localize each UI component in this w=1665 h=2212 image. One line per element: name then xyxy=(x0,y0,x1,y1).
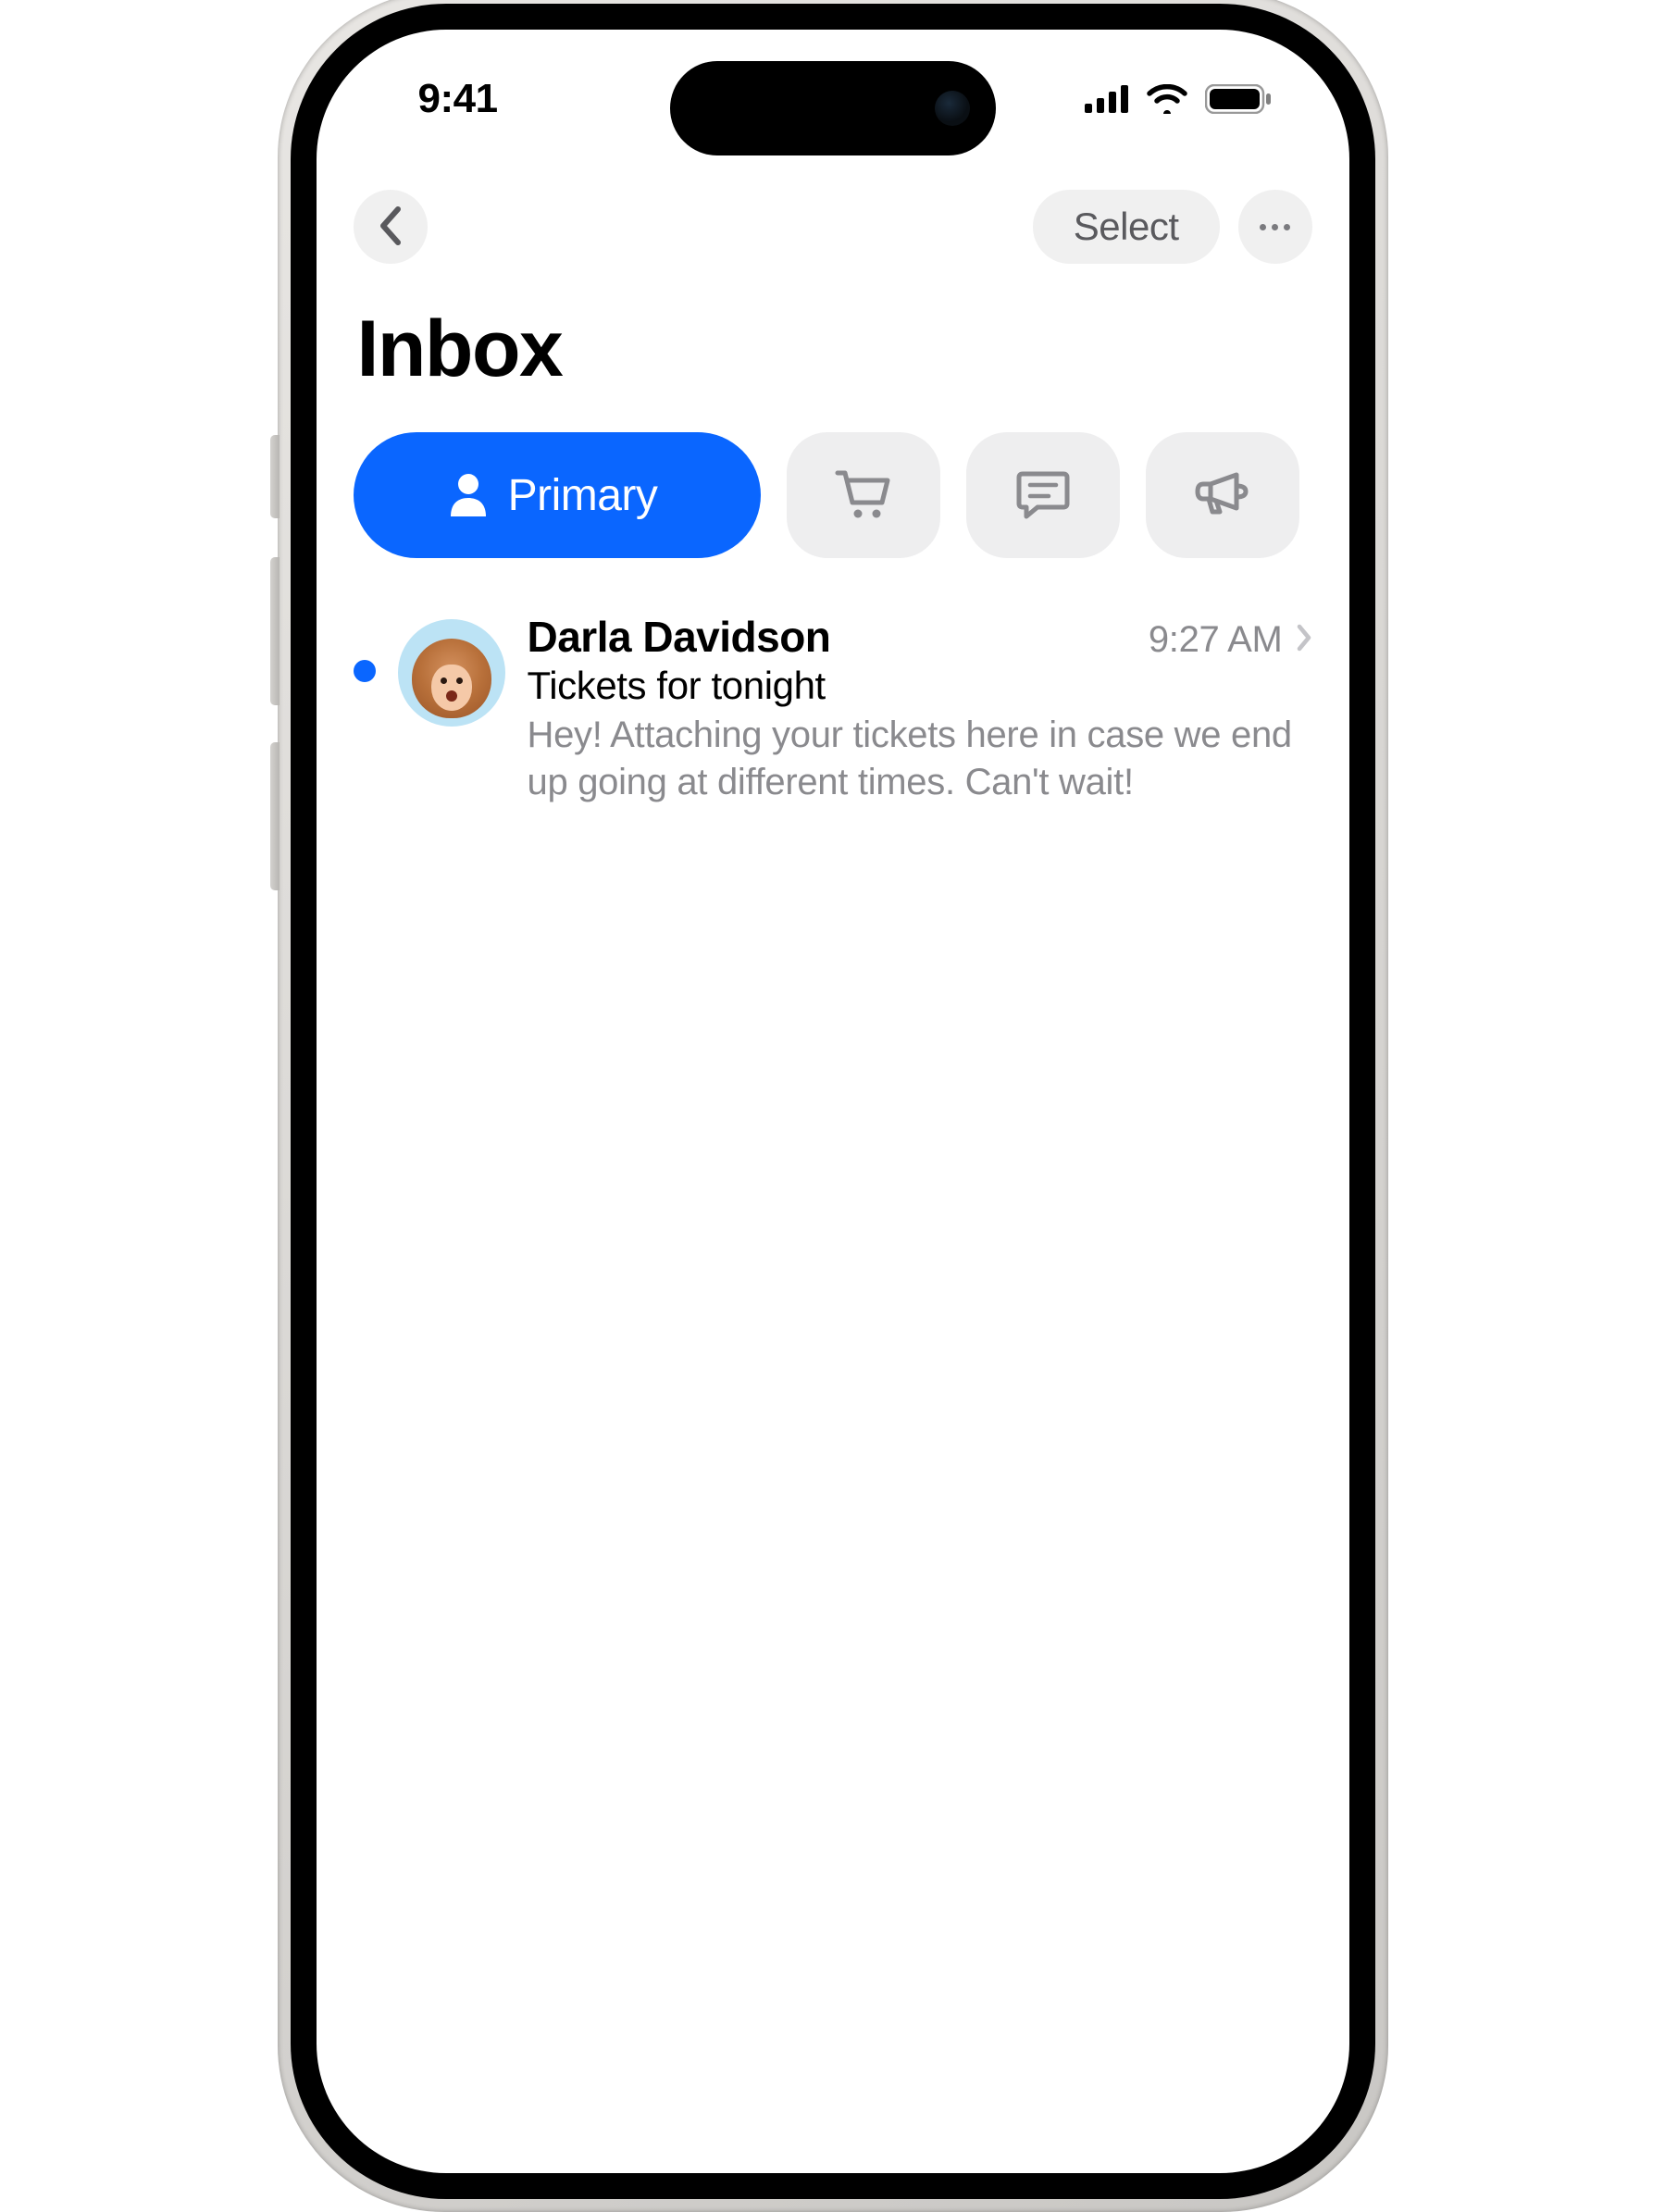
back-button[interactable] xyxy=(354,190,428,264)
category-tabs: Primary xyxy=(354,432,1312,558)
dynamic-island xyxy=(670,61,996,155)
email-preview: Hey! Attaching your tickets here in case… xyxy=(528,712,1312,806)
nav-bar-right: Select xyxy=(1033,190,1312,264)
phone-volume-up-button xyxy=(270,557,280,705)
avatar xyxy=(398,619,505,727)
wifi-icon xyxy=(1146,84,1188,114)
email-subject: Tickets for tonight xyxy=(528,664,1312,708)
page-title: Inbox xyxy=(357,304,1312,395)
unread-indicator xyxy=(354,660,376,682)
email-item[interactable]: Darla Davidson 9:27 AM xyxy=(354,604,1312,814)
tab-primary-label: Primary xyxy=(508,470,658,521)
email-meta: 9:27 AM xyxy=(1149,619,1312,661)
email-time: 9:27 AM xyxy=(1149,619,1283,661)
ellipsis-icon xyxy=(1284,224,1290,230)
chevron-right-icon xyxy=(1296,624,1312,656)
more-button[interactable] xyxy=(1238,190,1312,264)
tab-primary[interactable]: Primary xyxy=(354,432,761,558)
mail-content: Select Inbox xyxy=(317,185,1349,2173)
select-button[interactable]: Select xyxy=(1033,190,1220,264)
ellipsis-icon xyxy=(1260,224,1266,230)
person-icon xyxy=(449,472,488,519)
email-content: Darla Davidson 9:27 AM xyxy=(528,612,1312,806)
phone-volume-down-button xyxy=(270,742,280,890)
chevron-left-icon xyxy=(378,205,404,249)
status-time: 9:41 xyxy=(418,76,498,122)
message-icon xyxy=(1015,468,1071,523)
cellular-signal-icon xyxy=(1085,85,1129,113)
status-indicators xyxy=(1085,84,1272,114)
phone-bezel: 9:41 xyxy=(291,4,1375,2199)
tab-transactions[interactable] xyxy=(787,432,940,558)
phone-screen: 9:41 xyxy=(317,30,1349,2173)
email-header-row: Darla Davidson 9:27 AM xyxy=(528,612,1312,662)
phone-side-button xyxy=(270,435,280,518)
sender-name: Darla Davidson xyxy=(528,612,831,662)
nav-bar: Select xyxy=(354,185,1312,268)
tab-promotions[interactable] xyxy=(1146,432,1299,558)
battery-icon xyxy=(1205,84,1272,114)
megaphone-icon xyxy=(1194,469,1251,522)
cart-icon xyxy=(834,467,893,524)
phone-frame: 9:41 xyxy=(278,0,1388,2212)
ellipsis-icon xyxy=(1272,224,1278,230)
email-list: Darla Davidson 9:27 AM xyxy=(354,604,1312,814)
tab-updates[interactable] xyxy=(966,432,1120,558)
